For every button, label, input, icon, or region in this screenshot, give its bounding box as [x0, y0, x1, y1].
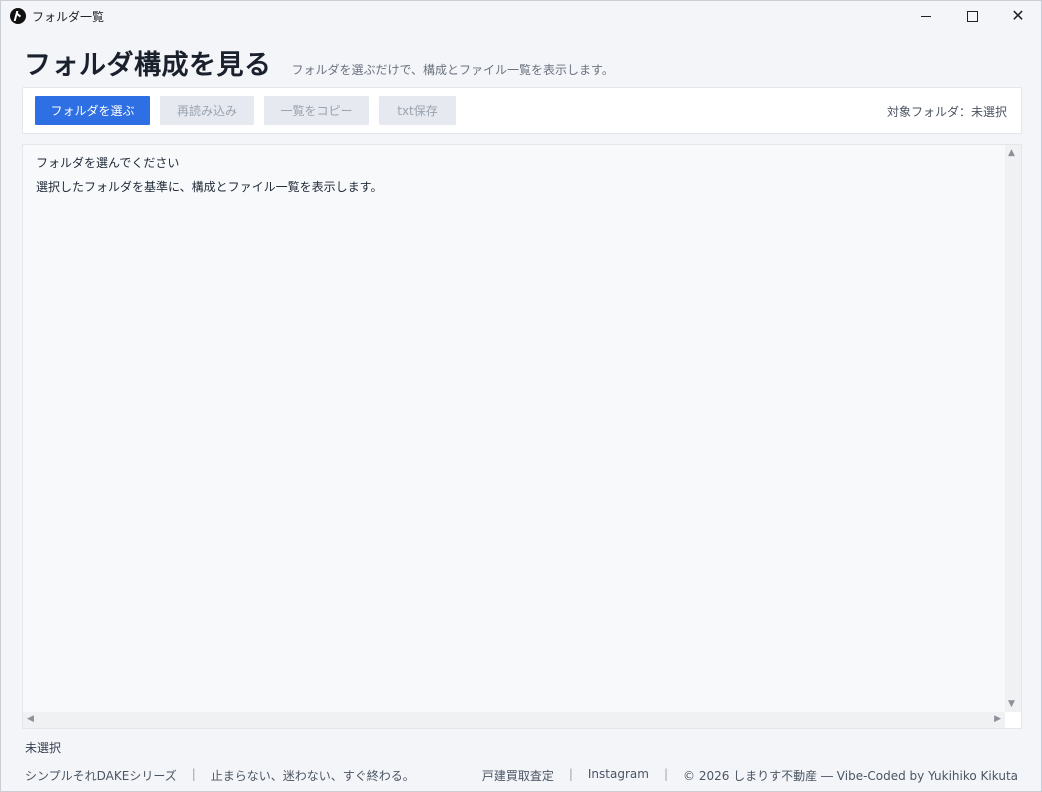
footer-separator: | — [568, 767, 573, 781]
output-textarea[interactable]: フォルダを選んでください 選択したフォルダを基準に、構成とファイル一覧を表示しま… — [22, 144, 1022, 729]
copy-list-button[interactable]: 一覧をコピー — [264, 96, 369, 125]
status-text: 未選択 — [25, 741, 62, 755]
footer-left: シンプルそれDAKEシリーズ | 止まらない、迷わない、すぐ終わる。 — [25, 767, 415, 784]
minimize-icon — [921, 15, 931, 17]
footer-separator: | — [663, 767, 668, 781]
scroll-up-icon[interactable]: ▲ — [1008, 149, 1015, 158]
toolbar: フォルダを選ぶ 再読み込み 一覧をコピー txt保存 対象フォルダ：未選択 — [22, 87, 1022, 134]
minimize-button[interactable] — [903, 1, 949, 31]
window-title: フォルダ一覧 — [32, 9, 105, 24]
house-appraisal-link[interactable]: 戸建買取査定 — [482, 767, 554, 784]
footer-series: シンプルそれDAKEシリーズ — [25, 769, 177, 783]
window-controls: ✕ — [903, 1, 1041, 31]
footer-copyright: © 2026 しまりす不動産 ― Vibe-Coded by Yukihiko … — [683, 769, 1018, 783]
output-line: フォルダを選んでください — [36, 156, 180, 170]
footer-separator: | — [191, 767, 196, 781]
scrollbar-corner — [1005, 712, 1021, 728]
vertical-scrollbar[interactable]: ▲ ▼ — [1005, 145, 1021, 712]
scroll-right-icon[interactable]: ▶ — [994, 715, 1001, 724]
reload-button[interactable]: 再読み込み — [160, 96, 254, 125]
page-header: フォルダ構成を見る フォルダを選ぶだけで、構成とファイル一覧を表示します。 — [24, 43, 614, 82]
scroll-left-icon[interactable]: ◀ — [27, 715, 34, 724]
footer-tagline: 止まらない、迷わない、すぐ終わる。 — [210, 769, 415, 783]
select-folder-button[interactable]: フォルダを選ぶ — [35, 96, 150, 125]
output-content: フォルダを選んでください 選択したフォルダを基準に、構成とファイル一覧を表示しま… — [36, 155, 382, 203]
scroll-down-icon[interactable]: ▼ — [1008, 700, 1015, 709]
target-folder-label: 対象フォルダ：未選択 — [886, 105, 1007, 119]
instagram-link[interactable]: Instagram — [588, 767, 649, 784]
app-window: フォルダ一覧 ✕ フォルダ構成を見る フォルダを選ぶだけで、構成とファイル一覧を… — [0, 0, 1042, 792]
maximize-icon — [966, 10, 978, 22]
save-txt-button[interactable]: txt保存 — [379, 96, 456, 125]
page-title: フォルダ構成を見る — [24, 50, 272, 81]
title-bar: フォルダ一覧 ✕ — [1, 1, 1041, 31]
page-subtitle: フォルダを選ぶだけで、構成とファイル一覧を表示します。 — [291, 63, 614, 77]
maximize-button[interactable] — [949, 1, 995, 31]
horizontal-scrollbar[interactable]: ◀ ▶ — [23, 712, 1005, 728]
close-button[interactable]: ✕ — [995, 1, 1041, 31]
close-icon: ✕ — [1011, 6, 1025, 25]
output-line: 選択したフォルダを基準に、構成とファイル一覧を表示します。 — [36, 180, 383, 194]
app-logo-icon — [10, 8, 26, 24]
footer-right: 戸建買取査定 | Instagram | © 2026 しまりす不動産 ― Vi… — [482, 767, 1018, 784]
